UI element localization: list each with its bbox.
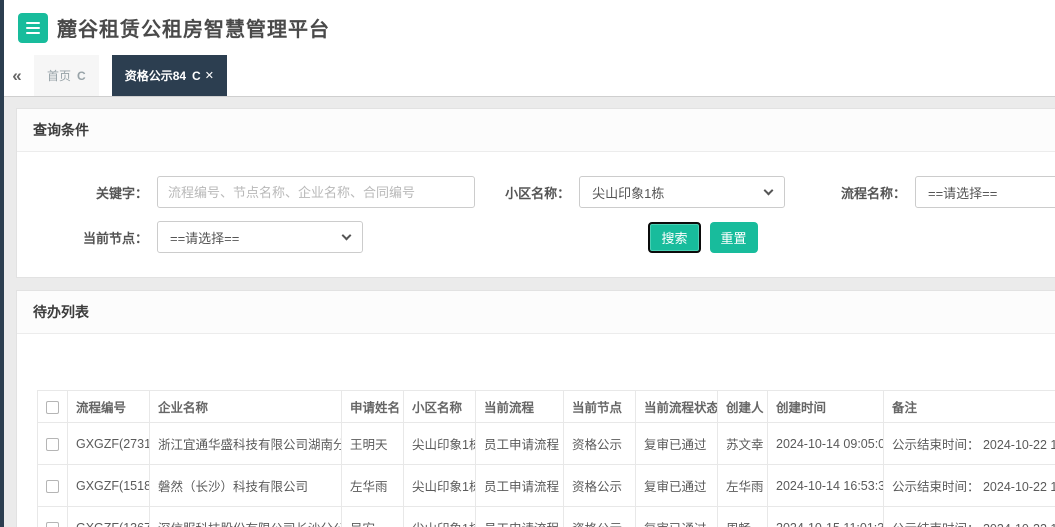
table-cell: 2024-10-14 09:05:03 — [768, 423, 884, 465]
table-cell: 员工申请流程 — [476, 465, 564, 507]
row-checkbox-cell — [38, 465, 68, 507]
process-select[interactable]: ==请选择== — [915, 176, 1055, 208]
tab-active-label: 资格公示84 — [125, 67, 186, 84]
table-header-row: 流程编号企业名称申请姓名小区名称当前流程当前节点当前流程状态创建人创建时间备注 — [38, 391, 1055, 423]
row-checkbox[interactable] — [46, 438, 59, 451]
row-checkbox-cell — [38, 507, 68, 527]
app-header: 麓谷租赁公租房智慧管理平台 — [0, 0, 1055, 55]
table-cell: 公示结束时间： 2024-10-22 16:42:21 — [884, 465, 1055, 507]
table-row: GXGZF(15181)磐然（长沙）科技有限公司左华雨尖山印象1栋员工申请流程资… — [38, 465, 1055, 507]
chevron-down-icon — [342, 230, 352, 240]
row-checkbox[interactable] — [46, 522, 59, 527]
table-cell: 员工申请流程 — [476, 507, 564, 527]
table-row: GXGZF(27319)浙江宜通华盛科技有限公司湖南分公司王明天尖山印象1栋员工… — [38, 423, 1055, 465]
table-cell: 2024-10-15 11:01:35 — [768, 507, 884, 527]
row-checkbox[interactable] — [46, 480, 59, 493]
column-header: 创建时间 — [768, 391, 884, 423]
tab-home[interactable]: 首页 C — [34, 55, 99, 96]
table-cell: GXGZF(27319) — [68, 423, 150, 465]
table-cell: 尖山印象1栋 — [404, 465, 476, 507]
column-header: 当前流程状态 — [636, 391, 718, 423]
table-cell: 左华雨 — [342, 465, 404, 507]
tab-qualification-publicity[interactable]: 资格公示84 C ✕ — [112, 55, 227, 96]
community-label: 小区名称： — [479, 183, 579, 202]
table-cell: 复审已通过 — [636, 423, 718, 465]
collapsed-sidebar[interactable] — [0, 0, 4, 527]
table-cell: 周畅 — [718, 507, 768, 527]
select-all-checkbox[interactable] — [46, 401, 59, 414]
query-panel: 查询条件 关键字： 小区名称： 尖山印象1栋 流程名称： ==请 — [16, 108, 1055, 278]
app-title: 麓谷租赁公租房智慧管理平台 — [57, 13, 330, 42]
table-cell: 吴宏 — [342, 507, 404, 527]
row-checkbox-cell — [38, 423, 68, 465]
query-panel-title: 查询条件 — [17, 109, 1055, 152]
process-label: 流程名称： — [823, 183, 915, 202]
column-header: 备注 — [884, 391, 1055, 423]
keyword-input[interactable] — [157, 176, 475, 208]
node-select[interactable]: ==请选择== — [157, 221, 363, 253]
search-button[interactable]: 搜索 — [648, 222, 700, 253]
refresh-icon[interactable]: C — [192, 69, 201, 83]
table-cell: 浙江宜通华盛科技有限公司湖南分公司 — [150, 423, 342, 465]
column-header: 企业名称 — [150, 391, 342, 423]
todo-panel: 待办列表 流程编号企业名称申请姓名小区名称当前流程当前节点当前流程状态创建人创建… — [16, 290, 1055, 527]
table-cell: 资格公示 — [564, 465, 636, 507]
table-row: GXGZF(13670)深信服科技股份有限公司长沙分公司吴宏尖山印象1栋员工申请… — [38, 507, 1055, 527]
process-select-value: ==请选择== — [928, 183, 997, 202]
column-header: 流程编号 — [68, 391, 150, 423]
refresh-icon[interactable]: C — [77, 69, 86, 83]
todo-panel-title: 待办列表 — [17, 291, 1055, 334]
table-cell: 苏文幸 — [718, 423, 768, 465]
table-cell: 资格公示 — [564, 507, 636, 527]
chevron-down-icon — [764, 185, 774, 195]
table-cell: GXGZF(15181) — [68, 465, 150, 507]
table-cell: 2024-10-14 16:53:31 — [768, 465, 884, 507]
collapse-tabs-icon[interactable]: « — [0, 55, 34, 96]
table-cell: 王明天 — [342, 423, 404, 465]
reset-button[interactable]: 重置 — [710, 222, 758, 253]
main-content: 查询条件 关键字： 小区名称： 尖山印象1栋 流程名称： ==请 — [0, 97, 1055, 527]
table-cell: 资格公示 — [564, 423, 636, 465]
close-icon[interactable]: ✕ — [205, 69, 214, 82]
table-cell: 复审已通过 — [636, 465, 718, 507]
table-cell: 尖山印象1栋 — [404, 507, 476, 527]
table-cell: 深信服科技股份有限公司长沙分公司 — [150, 507, 342, 527]
tab-home-label: 首页 — [47, 67, 71, 84]
node-select-value: ==请选择== — [170, 228, 239, 247]
column-header: 小区名称 — [404, 391, 476, 423]
menu-icon[interactable] — [18, 13, 48, 43]
column-header: 申请姓名 — [342, 391, 404, 423]
table-cell: 公示结束时间： 2024-10-22 14:12:12 — [884, 507, 1055, 527]
todo-table: 流程编号企业名称申请姓名小区名称当前流程当前节点当前流程状态创建人创建时间备注 … — [37, 390, 1055, 527]
table-cell: 员工申请流程 — [476, 423, 564, 465]
node-label: 当前节点： — [17, 228, 157, 247]
table-cell: 复审已通过 — [636, 507, 718, 527]
community-select[interactable]: 尖山印象1栋 — [579, 176, 785, 208]
table-cell: 磐然（长沙）科技有限公司 — [150, 465, 342, 507]
column-header: 当前节点 — [564, 391, 636, 423]
select-all-cell — [38, 391, 68, 423]
table-cell: 左华雨 — [718, 465, 768, 507]
column-header: 创建人 — [718, 391, 768, 423]
table-cell: 尖山印象1栋 — [404, 423, 476, 465]
table-cell: 公示结束时间： 2024-10-22 16:42:29 — [884, 423, 1055, 465]
keyword-label: 关键字： — [17, 183, 157, 202]
tab-bar: « 首页 C 资格公示84 C ✕ — [0, 55, 1055, 97]
table-cell: GXGZF(13670) — [68, 507, 150, 527]
column-header: 当前流程 — [476, 391, 564, 423]
community-select-value: 尖山印象1栋 — [592, 183, 664, 202]
